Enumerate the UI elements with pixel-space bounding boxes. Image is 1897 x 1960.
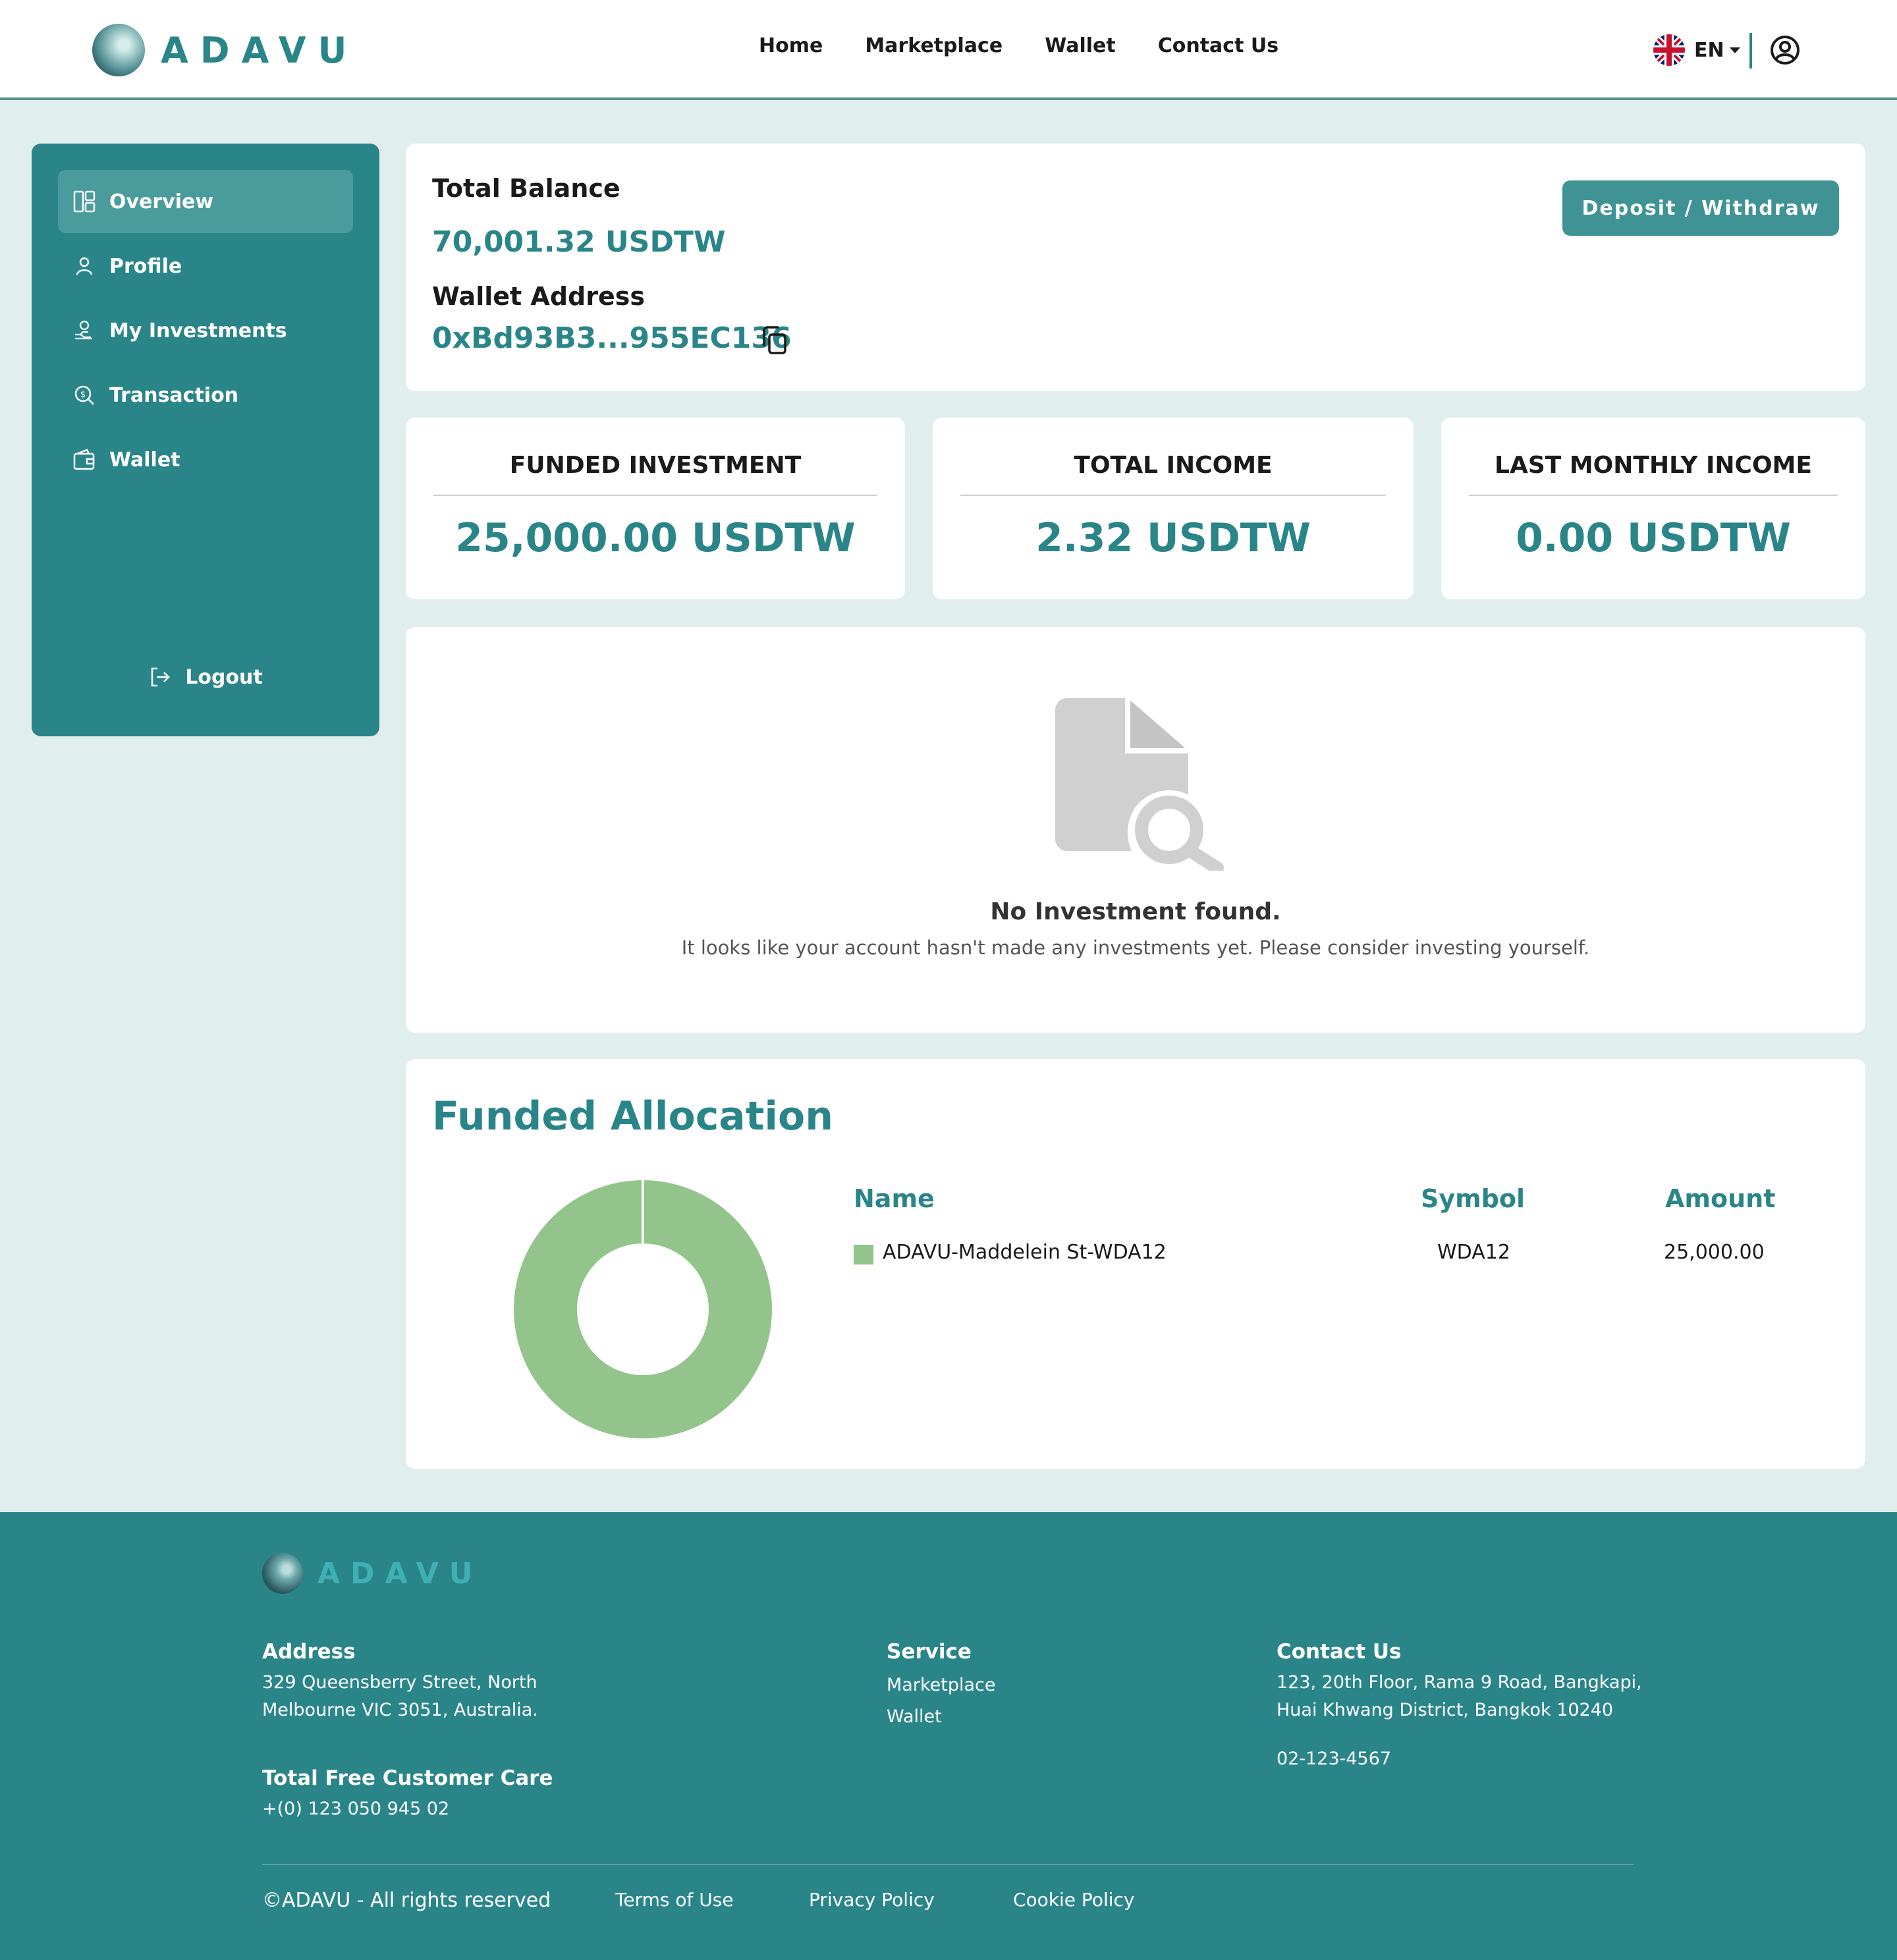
sidebar-item-label: Wallet (109, 448, 180, 472)
wallet-address-value: 0xBd93B3...955EC136 (432, 321, 792, 355)
column-header-name: Name (854, 1184, 935, 1213)
total-income-card: TOTAL INCOME 2.32 USDTW (933, 418, 1414, 599)
document-search-icon (1055, 698, 1224, 871)
stat-title: FUNDED INVESTMENT (433, 452, 877, 496)
footer-copyright: ©ADAVU - All rights reserved (262, 1889, 551, 1912)
stat-value: 0.00 USDTW (1516, 515, 1791, 561)
sidebar-item-label: My Investments (109, 319, 287, 342)
brand-name: ADAVU (161, 29, 359, 71)
nav-home[interactable]: Home (759, 34, 823, 57)
copy-icon[interactable] (757, 324, 790, 357)
brand-logo[interactable]: ADAVU (92, 22, 358, 78)
footer-brand-name: ADAVU (317, 1556, 483, 1591)
logout-button[interactable]: Logout (32, 657, 379, 697)
footer-contact-title: Contact Us (1277, 1640, 1402, 1664)
logo-globe-icon (92, 24, 145, 76)
empty-state-text: It looks like your account hasn't made a… (681, 937, 1590, 959)
stat-title: TOTAL INCOME (960, 452, 1386, 496)
user-account-icon[interactable] (1769, 34, 1801, 66)
allocation-title: Funded Allocation (432, 1093, 833, 1139)
footer-link-terms[interactable]: Terms of Use (615, 1889, 734, 1911)
footer-care-title: Total Free Customer Care (262, 1766, 553, 1790)
sidebar: Overview Profile My Investments $ Transa… (32, 144, 379, 736)
layout-icon (73, 190, 96, 213)
stat-value: 25,000.00 USDTW (455, 515, 856, 561)
footer: ADAVU Address 329 Queensberry Street, No… (0, 1512, 1897, 1960)
top-header: ADAVU Home Marketplace Wallet Contact Us… (0, 0, 1897, 100)
legend-swatch (854, 1245, 873, 1265)
logout-icon (151, 667, 171, 687)
footer-link-wallet[interactable]: Wallet (887, 1703, 942, 1731)
footer-link-marketplace[interactable]: Marketplace (887, 1672, 995, 1699)
empty-state-title: No Investment found. (990, 898, 1281, 925)
allocation-row-symbol: WDA12 (1437, 1241, 1510, 1264)
chevron-down-icon (1729, 47, 1740, 53)
deposit-withdraw-button[interactable]: Deposit / Withdraw (1562, 180, 1839, 236)
footer-link-privacy[interactable]: Privacy Policy (809, 1889, 935, 1911)
footer-service-title: Service (887, 1640, 972, 1664)
footer-link-cookie[interactable]: Cookie Policy (1013, 1889, 1134, 1911)
person-icon (76, 257, 93, 275)
allocation-donut-chart (514, 1180, 772, 1438)
allocation-row-amount: 25,000.00 (1664, 1241, 1765, 1264)
footer-address-title: Address (262, 1640, 356, 1664)
main-nav: Home Marketplace Wallet Contact Us (759, 34, 1278, 57)
balance-card: Total Balance 70,001.32 USDTW Wallet Add… (406, 144, 1865, 391)
total-balance-value: 70,001.32 USDTW (432, 225, 726, 259)
investment-icon (75, 320, 92, 340)
wallet-address-title: Wallet Address (432, 282, 645, 311)
funded-investment-card: FUNDED INVESTMENT 25,000.00 USDTW (406, 418, 905, 599)
sidebar-item-label: Profile (109, 254, 182, 278)
stat-title: LAST MONTHLY INCOME (1469, 452, 1838, 496)
uk-flag-icon (1653, 34, 1685, 66)
last-monthly-income-card: LAST MONTHLY INCOME 0.00 USDTW (1441, 418, 1865, 599)
footer-contact-phone: 02-123-4567 (1277, 1749, 1392, 1769)
sidebar-item-label: Overview (109, 190, 214, 213)
column-header-amount: Amount (1665, 1184, 1776, 1213)
footer-logo[interactable]: ADAVU (262, 1553, 483, 1594)
language-code: EN (1694, 38, 1724, 62)
wallet-icon (73, 449, 95, 470)
total-balance-title: Total Balance (432, 174, 620, 203)
sidebar-item-my-investments[interactable]: My Investments (58, 299, 353, 362)
transaction-icon: $ (74, 385, 94, 405)
column-header-symbol: Symbol (1421, 1184, 1526, 1213)
stat-value: 2.32 USDTW (1035, 515, 1311, 561)
footer-care-phone: +(0) 123 050 945 02 (262, 1799, 450, 1819)
footer-address-line2: Melbourne VIC 3051, Australia. (262, 1700, 538, 1720)
sidebar-item-wallet[interactable]: Wallet (58, 428, 353, 491)
sidebar-item-overview[interactable]: Overview (58, 170, 353, 233)
sidebar-item-profile[interactable]: Profile (58, 234, 353, 298)
nav-contact-us[interactable]: Contact Us (1158, 34, 1278, 57)
language-selector[interactable]: EN (1653, 33, 1740, 67)
sidebar-item-label: Transaction (109, 383, 239, 407)
nav-marketplace[interactable]: Marketplace (865, 34, 1003, 57)
footer-address-line1: 329 Queensberry Street, North (262, 1672, 537, 1693)
sidebar-item-transaction[interactable]: $ Transaction (58, 364, 353, 427)
funded-allocation-card: Funded Allocation Name Symbol Amount ADA… (406, 1059, 1865, 1469)
footer-divider (262, 1864, 1634, 1865)
investments-empty-state: No Investment found. It looks like your … (406, 627, 1865, 1033)
footer-contact-line2: Huai Khwang District, Bangkok 10240 (1277, 1700, 1614, 1720)
logout-label: Logout (185, 665, 263, 689)
header-divider (1749, 33, 1752, 68)
logo-globe-icon (262, 1553, 303, 1594)
allocation-row-name: ADAVU-Maddelein St-WDA12 (883, 1241, 1167, 1264)
nav-wallet[interactable]: Wallet (1045, 34, 1116, 57)
svg-text:$: $ (80, 390, 86, 400)
footer-contact-line1: 123, 20th Floor, Rama 9 Road, Bangkapi, (1277, 1672, 1642, 1693)
